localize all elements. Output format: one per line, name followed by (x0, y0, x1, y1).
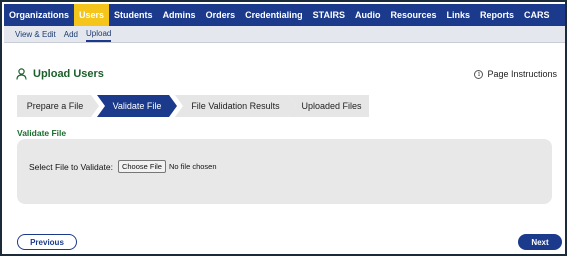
step-label: Validate File (112, 101, 162, 111)
top-navigation: Organizations Users Students Admins Orde… (4, 4, 565, 26)
step-uploaded-files[interactable]: Uploaded Files (288, 95, 369, 117)
step-label: Prepare a File (26, 101, 84, 111)
file-input-label: Select File to Validate: (29, 161, 113, 172)
nav-credentialing[interactable]: Credentialing (240, 4, 308, 26)
choose-file-button[interactable]: Choose File (117, 160, 166, 173)
nav-reports[interactable]: Reports (475, 4, 519, 26)
previous-button[interactable]: Previous (17, 234, 77, 250)
sub-navigation: View & Edit Add Upload (4, 26, 565, 43)
nav-users[interactable]: Users (74, 4, 110, 26)
validate-file-panel: Select File to Validate: Choose File No … (17, 139, 552, 204)
nav-resources[interactable]: Resources (385, 4, 441, 26)
subnav-upload[interactable]: Upload (86, 27, 112, 42)
nav-stairs[interactable]: STAIRS (308, 4, 350, 26)
step-label: Uploaded Files (301, 101, 362, 111)
step-file-validation-results[interactable]: File Validation Results (175, 95, 296, 117)
step-validate-file[interactable]: Validate File (97, 95, 177, 117)
file-status-text: No file chosen (168, 162, 217, 171)
page-instructions-label: Page Instructions (487, 69, 557, 79)
nav-organizations[interactable]: Organizations (4, 4, 74, 26)
step-label: File Validation Results (191, 101, 280, 111)
app-frame: Organizations Users Students Admins Orde… (0, 0, 567, 256)
section-heading: Validate File (17, 128, 67, 138)
page-instructions-link[interactable]: i Page Instructions (474, 68, 557, 80)
subnav-add[interactable]: Add (64, 28, 78, 41)
info-icon: i (474, 69, 484, 79)
nav-links[interactable]: Links (441, 4, 475, 26)
nav-cars[interactable]: CARS (519, 4, 555, 26)
step-prepare-file[interactable]: Prepare a File (17, 95, 99, 117)
wizard-steps: Prepare a File Validate File File Valida… (17, 95, 369, 117)
nav-orders[interactable]: Orders (201, 4, 241, 26)
file-input-row: Select File to Validate: Choose File No … (29, 160, 217, 173)
page-title: Upload Users (16, 67, 104, 81)
page-title-text: Upload Users (33, 68, 104, 80)
nav-admins[interactable]: Admins (158, 4, 201, 26)
nav-audio[interactable]: Audio (350, 4, 386, 26)
user-icon (16, 68, 27, 80)
next-button[interactable]: Next (518, 234, 562, 250)
nav-students[interactable]: Students (109, 4, 158, 26)
subnav-view-edit[interactable]: View & Edit (15, 28, 56, 41)
